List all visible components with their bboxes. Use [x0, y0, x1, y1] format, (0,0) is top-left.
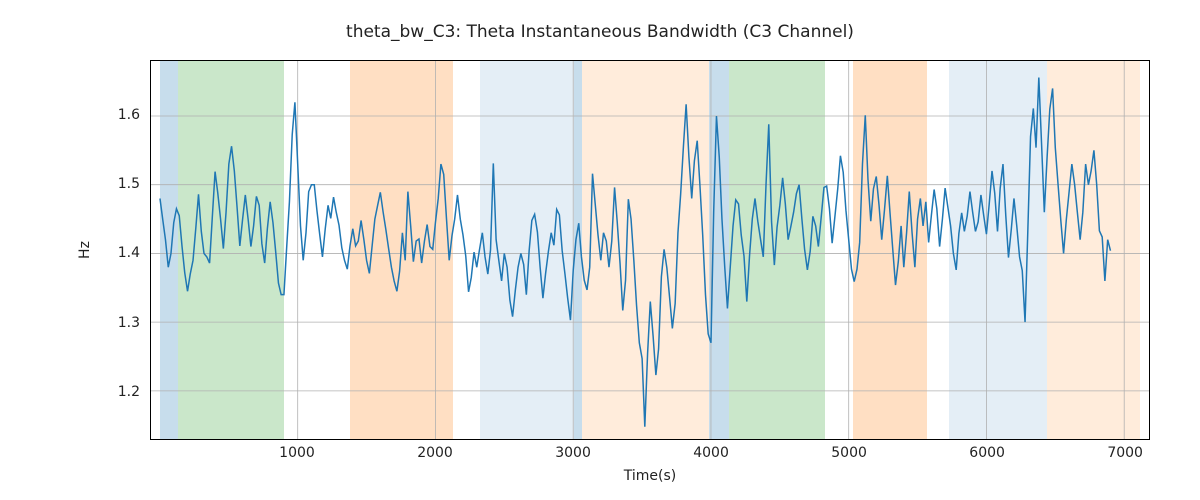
y-tick-label: 1.2	[118, 384, 140, 400]
x-tick-label: 6000	[969, 445, 1005, 461]
x-tick-label: 2000	[417, 445, 453, 461]
figure: theta_bw_C3: Theta Instantaneous Bandwid…	[0, 0, 1200, 500]
x-tick-label: 1000	[279, 445, 315, 461]
gridlines	[151, 61, 1149, 439]
y-axis-label: Hz	[77, 241, 93, 259]
axes	[150, 60, 1150, 440]
x-tick-label: 7000	[1107, 445, 1143, 461]
plot-svg	[151, 61, 1149, 439]
x-axis-label: Time(s)	[150, 468, 1150, 484]
x-tick-label: 3000	[555, 445, 591, 461]
chart-title: theta_bw_C3: Theta Instantaneous Bandwid…	[0, 22, 1200, 42]
y-tick-label: 1.6	[118, 107, 140, 123]
line-series	[160, 78, 1110, 427]
x-tick-label: 5000	[831, 445, 867, 461]
x-tick-label: 4000	[693, 445, 729, 461]
y-tick-label: 1.4	[118, 245, 140, 261]
y-tick-label: 1.3	[118, 315, 140, 331]
y-tick-label: 1.5	[118, 176, 140, 192]
